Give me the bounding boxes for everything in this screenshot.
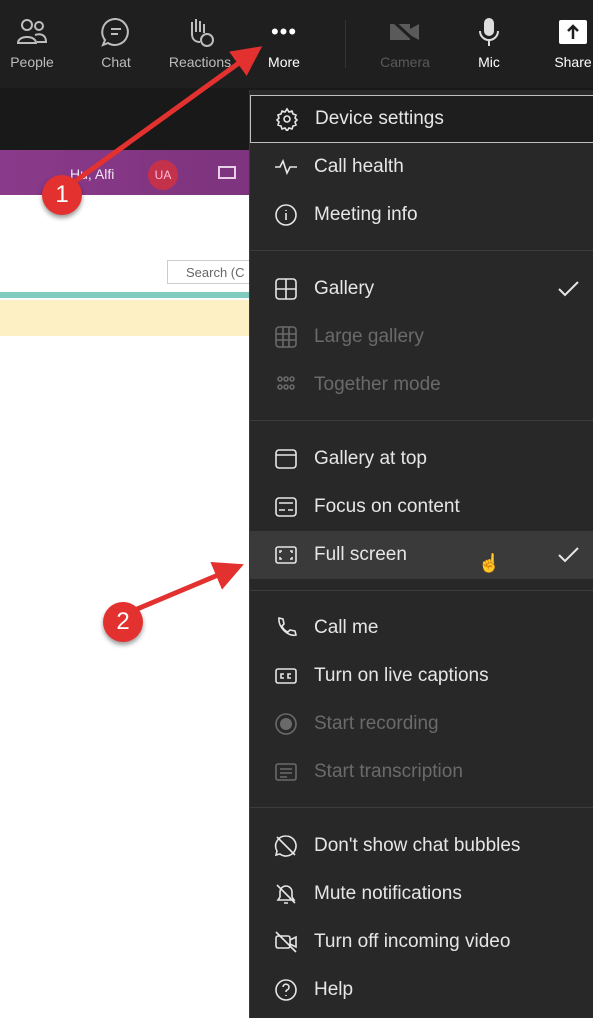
mic-icon [454, 14, 524, 50]
menu-item-meeting-info[interactable]: Meeting info [250, 191, 593, 239]
transcript-icon [274, 760, 298, 784]
menu-item-together-mode: Together mode [250, 361, 593, 409]
share-button[interactable]: Share [538, 14, 593, 70]
mic-button[interactable]: Mic [454, 14, 524, 70]
menu-item-label: Turn on live captions [314, 665, 489, 686]
menu-item-label: Together mode [314, 374, 441, 395]
menu-item-label: Don't show chat bubbles [314, 835, 521, 856]
hand-icon [165, 14, 235, 50]
together-mode-icon [274, 373, 298, 397]
gallery-icon [274, 277, 298, 301]
checkmark-icon [556, 543, 580, 573]
menu-item-call-me[interactable]: Call me [250, 604, 593, 652]
help-icon [274, 978, 298, 1002]
menu-item-label: Turn off incoming video [314, 931, 511, 952]
menu-item-label: Help [314, 979, 354, 1000]
phone-icon [274, 616, 298, 640]
record-icon [274, 712, 298, 736]
menu-divider [250, 250, 593, 251]
user-name: Hu, Alfi [70, 166, 115, 182]
avatar: UA [148, 160, 178, 190]
chat-off-icon [274, 834, 298, 858]
menu-item-don-t-show-chat-bubbles[interactable]: Don't show chat bubbles [250, 822, 593, 870]
menu-item-label: Meeting info [314, 204, 418, 225]
menu-item-turn-off-incoming-video[interactable]: Turn off incoming video [250, 918, 593, 966]
share-icon [538, 14, 593, 50]
people-button[interactable]: People [0, 14, 67, 70]
reactions-button[interactable]: Reactions [165, 14, 235, 70]
menu-item-gallery-at-top[interactable]: Gallery at top [250, 435, 593, 483]
mouse-cursor-icon: ☝ [478, 553, 501, 573]
checkmark-icon [556, 277, 580, 307]
menu-item-call-health[interactable]: Call health [250, 143, 593, 191]
menu-item-start-transcription: Start transcription [250, 748, 593, 796]
menu-item-label: Call me [314, 617, 379, 638]
chat-button[interactable]: Chat [81, 14, 151, 70]
menu-item-label: Call health [314, 156, 404, 177]
menu-item-help[interactable]: Help [250, 966, 593, 1014]
menu-item-label: Mute notifications [314, 883, 462, 904]
cc-icon [274, 664, 298, 688]
more-options-menu: Device settings Call health Meeting info Ga… [249, 90, 593, 1018]
menu-item-label: Start transcription [314, 761, 463, 782]
menu-item-full-screen[interactable]: Full screen ☝ [250, 531, 593, 579]
video-off-icon [274, 930, 298, 954]
camera-button[interactable]: Camera [370, 14, 440, 70]
more-icon: ••• [270, 19, 298, 44]
menu-item-focus-on-content[interactable]: Focus on content [250, 483, 593, 531]
fullscreen-icon [274, 543, 298, 567]
chat-icon [81, 14, 151, 50]
menu-divider [250, 807, 593, 808]
menu-item-label: Large gallery [314, 326, 424, 347]
menu-divider [250, 590, 593, 591]
meeting-toolbar: People Chat Reactions ••• More Camera Mic… [0, 0, 593, 88]
arrow-2 [129, 561, 244, 615]
menu-item-label: Device settings [315, 108, 444, 129]
menu-item-large-gallery: Large gallery [250, 313, 593, 361]
people-icon [0, 14, 67, 50]
menu-item-label: Gallery [314, 278, 375, 299]
bell-off-icon [274, 882, 298, 906]
menu-item-label: Focus on content [314, 496, 460, 517]
step-1-badge: 1 [42, 175, 82, 215]
menu-item-gallery[interactable]: Gallery [250, 265, 593, 313]
step-2-badge: 2 [103, 602, 143, 642]
menu-item-label: Full screen [314, 544, 407, 565]
menu-item-start-recording: Start recording [250, 700, 593, 748]
menu-item-turn-on-live-captions[interactable]: Turn on live captions [250, 652, 593, 700]
toolbar-divider [345, 20, 346, 68]
menu-item-mute-notifications[interactable]: Mute notifications [250, 870, 593, 918]
menu-item-device-settings[interactable]: Device settings [250, 95, 593, 143]
large-gallery-icon [274, 325, 298, 349]
info-icon [274, 203, 298, 227]
pulse-icon [274, 155, 298, 179]
more-button[interactable]: ••• More [249, 14, 319, 70]
gallery-top-icon [274, 447, 298, 471]
camera-off-icon [370, 14, 440, 50]
menu-divider [250, 420, 593, 421]
gear-icon [275, 107, 299, 131]
menu-item-label: Gallery at top [314, 448, 427, 469]
menu-item-label: Start recording [314, 713, 439, 734]
present-icon [218, 166, 236, 179]
focus-icon [274, 495, 298, 519]
